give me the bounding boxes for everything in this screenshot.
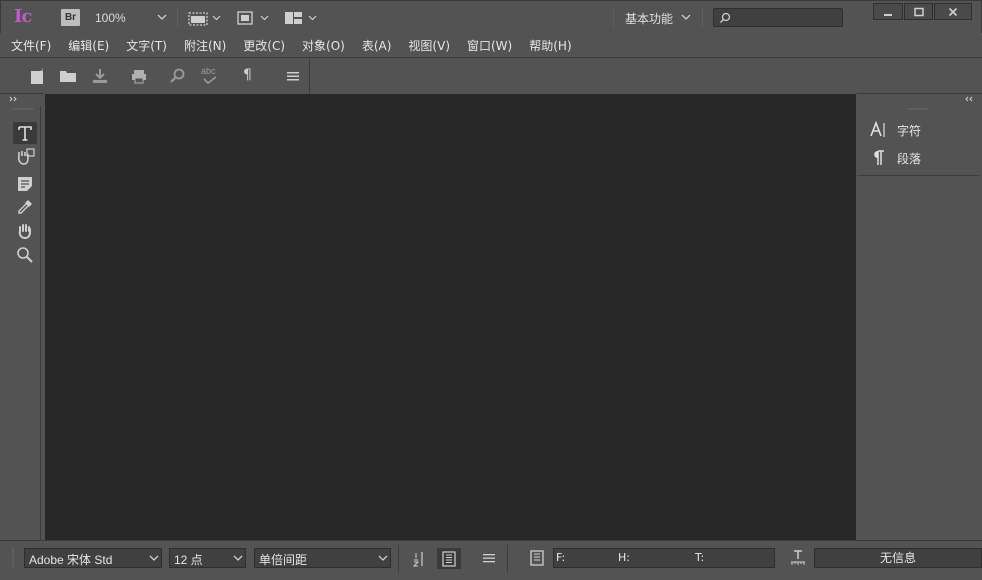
app-logo: Ic <box>14 6 32 27</box>
menu-icon[interactable] <box>284 67 302 85</box>
close-icon <box>949 7 958 16</box>
open-folder-icon[interactable] <box>59 67 77 85</box>
paragraph-panel-button[interactable]: 段落 <box>869 147 921 169</box>
panel-grip-icon[interactable] <box>907 108 929 111</box>
text-ruler-icon[interactable] <box>789 549 807 567</box>
line-numbers-icon <box>442 550 456 567</box>
control-toolbar-strip: abc ¶ <box>17 58 310 94</box>
tools-column <box>5 106 41 540</box>
zoom-level[interactable]: 100% <box>95 11 126 25</box>
hand-tool-icon <box>18 224 31 240</box>
print-icon[interactable] <box>130 67 148 85</box>
menu-notes[interactable]: 附注(N) <box>184 33 226 57</box>
workspace-switcher[interactable]: 基本功能 <box>625 10 673 27</box>
tools-panel <box>0 93 44 540</box>
download-icon[interactable] <box>91 67 109 85</box>
minimize-button[interactable] <box>873 3 903 20</box>
close-button[interactable] <box>934 3 973 20</box>
search-icon <box>720 12 731 23</box>
font-family-field[interactable]: Adobe 宋体 Std <box>24 548 147 568</box>
collapse-panel-icon[interactable] <box>964 96 974 102</box>
paragraph-icon <box>874 150 884 165</box>
spellcheck-label: abc <box>201 66 216 76</box>
title-separator <box>702 8 703 28</box>
menu-window[interactable]: 窗口(W) <box>467 33 512 57</box>
position-tool-icon <box>17 148 35 165</box>
bridge-button[interactable]: Br <box>61 9 80 26</box>
chevron-down-icon <box>149 555 158 561</box>
font-family-dropdown[interactable] <box>146 548 162 568</box>
status-separator <box>398 545 399 573</box>
status-separator <box>507 545 508 573</box>
type-tool-button[interactable] <box>13 122 37 144</box>
search-input[interactable] <box>713 8 843 27</box>
eyedropper-tool-button[interactable] <box>13 196 37 218</box>
expand-panel-icon[interactable] <box>9 96 19 102</box>
zoom-tool-icon <box>17 247 33 263</box>
character-panel-label: 字符 <box>897 123 922 138</box>
maximize-button[interactable] <box>903 3 934 20</box>
title-separator <box>613 8 614 28</box>
panel-dock: 字符 段落 <box>857 93 982 540</box>
new-doc-icon[interactable] <box>29 67 47 85</box>
arrange-documents-icon[interactable] <box>283 9 317 27</box>
status-bar: Adobe 宋体 Std 12 点 单倍间距 F: H: T: 无信息 <box>0 540 982 580</box>
status-grip-icon[interactable] <box>10 547 16 569</box>
screen-mode-icon[interactable] <box>235 9 269 27</box>
character-panel-button[interactable]: 字符 <box>869 119 921 141</box>
title-separator <box>177 8 178 28</box>
status-menu-icon[interactable] <box>481 551 497 565</box>
spellcheck-check-icon <box>203 76 217 84</box>
menu-table[interactable]: 表(A) <box>362 33 392 57</box>
line-spacing-dropdown[interactable] <box>375 548 391 568</box>
font-size-dropdown[interactable] <box>230 548 246 568</box>
menu-bar: 文件(F) 编辑(E) 文字(T) 附注(N) 更改(C) 对象(O) 表(A)… <box>0 33 982 57</box>
position-tool-button[interactable] <box>13 146 37 168</box>
window-controls <box>873 3 973 21</box>
menu-edit[interactable]: 编辑(E) <box>68 33 109 57</box>
view-options-icon[interactable] <box>187 9 221 27</box>
workspace-chevron-down-icon[interactable] <box>681 12 691 22</box>
menu-view[interactable]: 视图(V) <box>408 33 450 57</box>
panel-divider <box>857 175 979 176</box>
paragraph-spacing-icon <box>412 551 423 566</box>
zoom-tool-button[interactable] <box>13 244 37 266</box>
title-bar: Ic Br 100% 基本功能 <box>0 0 982 33</box>
text-frame-icon[interactable] <box>528 549 546 567</box>
metric-t: T: <box>695 551 705 564</box>
hand-tool-button[interactable] <box>13 220 37 242</box>
chevron-down-icon <box>233 555 242 561</box>
menu-file[interactable]: 文件(F) <box>11 33 51 57</box>
menu-help[interactable]: 帮助(H) <box>529 33 571 57</box>
minimize-icon <box>883 13 892 16</box>
metric-f: F: <box>556 551 566 564</box>
paragraph-panel-label: 段落 <box>897 151 922 166</box>
note-tool-button[interactable] <box>13 173 37 195</box>
character-icon <box>870 121 885 137</box>
metric-h: H: <box>618 551 630 564</box>
chevron-down-icon <box>378 555 387 561</box>
eyedropper-tool-icon <box>18 200 32 214</box>
line-spacing-field[interactable]: 单倍间距 <box>254 548 376 568</box>
maximize-icon <box>913 7 924 16</box>
spellcheck-icon[interactable]: abc <box>199 66 221 86</box>
line-numbers-button[interactable] <box>437 548 461 569</box>
metrics-readout: F: H: T: <box>553 548 775 568</box>
type-tool-icon <box>18 126 32 141</box>
menu-type[interactable]: 文字(T) <box>126 33 167 57</box>
menu-changes[interactable]: 更改(C) <box>243 33 285 57</box>
document-canvas[interactable] <box>45 94 856 540</box>
pilcrow-icon[interactable]: ¶ <box>243 67 252 83</box>
find-icon[interactable] <box>169 67 187 85</box>
note-tool-icon <box>18 177 32 191</box>
menu-object[interactable]: 对象(O) <box>302 33 345 57</box>
control-toolbar: abc ¶ <box>0 57 982 94</box>
paragraph-spacing-button[interactable] <box>407 548 431 569</box>
font-size-field[interactable]: 12 点 <box>169 548 231 568</box>
zoom-chevron-down-icon[interactable] <box>156 11 168 23</box>
info-readout: 无信息 <box>814 548 982 568</box>
